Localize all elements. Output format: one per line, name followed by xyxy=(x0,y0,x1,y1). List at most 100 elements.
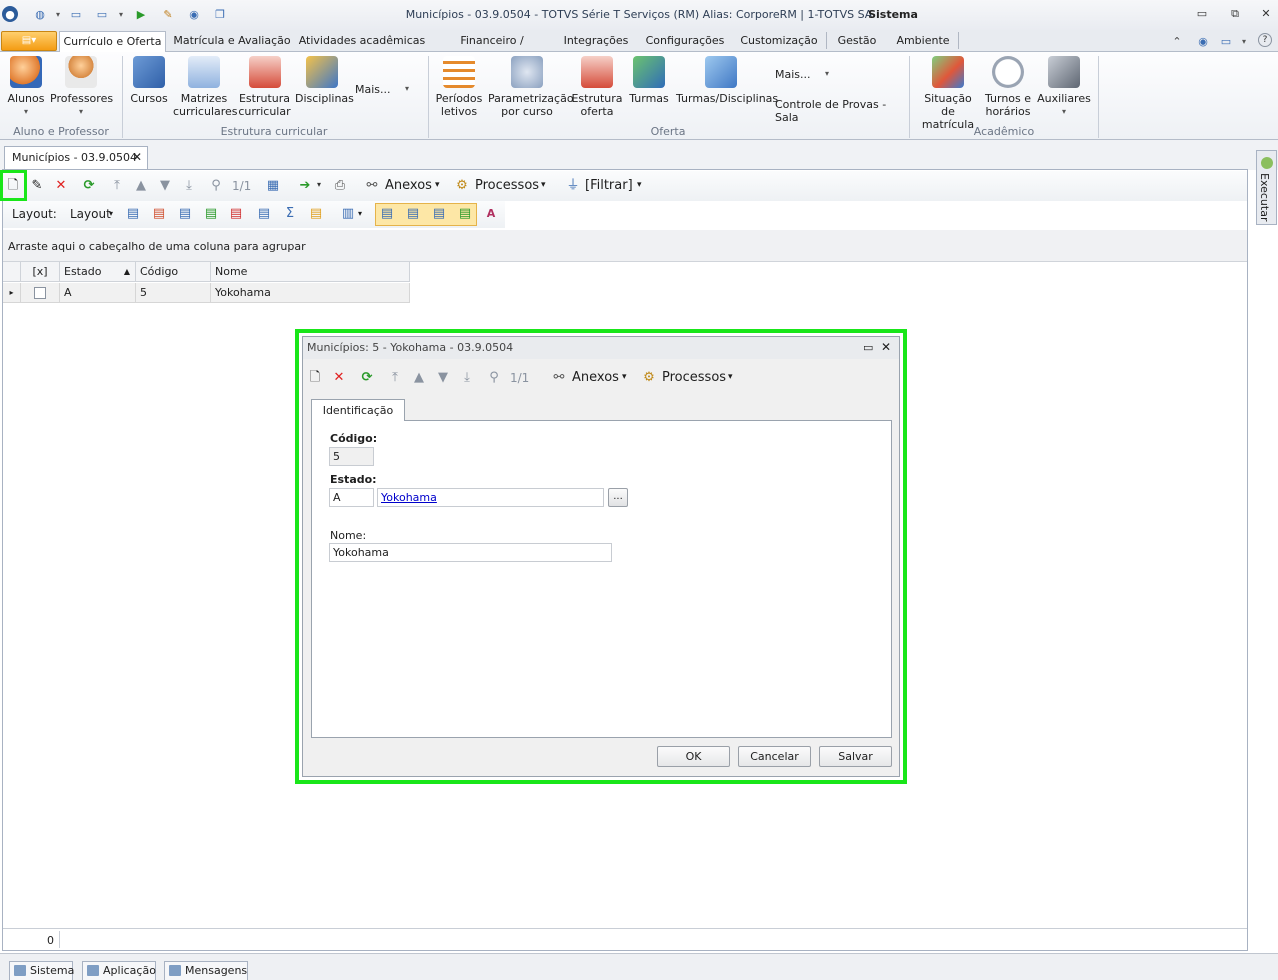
estado-code-field[interactable]: A xyxy=(329,488,374,507)
delete-icon[interactable]: ✕ xyxy=(331,370,347,386)
layout-import-icon[interactable]: ▤ xyxy=(203,206,219,222)
layout-menu-button[interactable]: Layout xyxy=(70,207,111,221)
layout-sum-icon[interactable]: Σ xyxy=(282,206,298,222)
tab-atividades-academicas[interactable]: Atividades acadêmicas xyxy=(298,31,426,52)
bottom-tab-aplicacao[interactable]: Aplicação xyxy=(82,961,156,980)
column-header-select[interactable]: [x] xyxy=(21,262,60,282)
first-record-icon[interactable]: ⤒ xyxy=(109,178,125,194)
row-checkbox[interactable] xyxy=(34,287,46,299)
view-detail-icon[interactable]: ▤ xyxy=(405,206,421,222)
first-record-icon[interactable]: ⤒ xyxy=(387,370,403,386)
ribbon-button-mais-estrutura[interactable]: Mais... xyxy=(355,83,395,96)
tab-curriculo-oferta[interactable]: Currículo e Oferta xyxy=(59,31,166,52)
print-icon[interactable]: ⎙ xyxy=(332,178,348,194)
chart-icon[interactable]: ▥ xyxy=(340,206,356,222)
chevron-down-icon[interactable]: ▾ xyxy=(728,372,733,382)
ribbon-button-situacao-matricula[interactable]: Situação de matrícula xyxy=(916,56,980,131)
ribbon-button-matrizes[interactable]: Matrizes curriculares xyxy=(173,56,238,118)
paperclip-icon[interactable]: ⚯ xyxy=(364,178,380,194)
ribbon-button-alunos[interactable]: Alunos ▾ xyxy=(4,56,48,118)
chevron-down-icon[interactable]: ▾ xyxy=(622,372,627,382)
help-icon[interactable]: ? xyxy=(1258,33,1272,47)
ribbon-button-cursos[interactable]: Cursos xyxy=(128,56,170,105)
maximize-icon[interactable]: ▭ xyxy=(863,341,873,354)
binoculars-icon[interactable]: ⚲ xyxy=(208,178,224,194)
file-menu-button[interactable]: ▤▾ xyxy=(1,31,57,51)
executar-side-panel[interactable]: Executar xyxy=(1256,150,1277,225)
collapse-ribbon-icon[interactable]: ⌃ xyxy=(1169,33,1185,49)
chevron-down-icon[interactable]: ▾ xyxy=(637,180,642,190)
tab-configuracoes[interactable]: Configurações xyxy=(644,31,726,52)
delete-icon[interactable]: ✕ xyxy=(53,178,69,194)
layout-columns-icon[interactable]: ▤ xyxy=(177,206,193,222)
document-tab-municipios[interactable]: Municípios - 03.9.0504 ✕ xyxy=(4,146,148,169)
table-row-select[interactable] xyxy=(21,283,60,303)
layout-save-icon[interactable]: ▤ xyxy=(125,206,141,222)
ribbon-button-estrutura-curricular[interactable]: Estrutura curricular xyxy=(237,56,292,118)
group-by-area[interactable]: Arraste aqui o cabeçalho de uma coluna p… xyxy=(3,230,1247,262)
filtrar-button[interactable]: [Filtrar] xyxy=(585,178,633,193)
ribbon-button-disciplinas[interactable]: Disciplinas xyxy=(295,56,354,105)
binoculars-icon[interactable]: ⚲ xyxy=(486,370,502,386)
processos-button[interactable]: Processos xyxy=(475,178,539,193)
layout-highlight-icon[interactable]: ▤ xyxy=(308,206,324,222)
layout-export-icon[interactable]: ▤ xyxy=(228,206,244,222)
gears-icon[interactable]: ⚙ xyxy=(454,178,470,194)
tab-ambiente[interactable]: Ambiente xyxy=(892,31,954,52)
ribbon-button-estrutura-oferta[interactable]: Estrutura oferta xyxy=(571,56,623,118)
last-record-icon[interactable]: ⤓ xyxy=(181,178,197,194)
ribbon-button-periodos[interactable]: Períodos letivos xyxy=(434,56,484,118)
lookup-button[interactable]: ... xyxy=(608,488,628,507)
column-header-nome[interactable]: Nome xyxy=(211,262,410,282)
close-icon[interactable]: ✕ xyxy=(132,147,142,168)
tab-gestao[interactable]: Gestão xyxy=(834,31,880,52)
grid-view-icon[interactable]: ▦ xyxy=(265,178,281,194)
cell-nome[interactable]: Yokohama xyxy=(211,283,410,303)
cancel-button[interactable]: Cancelar xyxy=(738,746,811,767)
view-table-icon[interactable]: ▤ xyxy=(431,206,447,222)
chevron-down-icon[interactable]: ▾ xyxy=(109,209,113,218)
ribbon-button-professores[interactable]: Professores ▾ xyxy=(50,56,113,118)
refresh-icon[interactable]: ⟳ xyxy=(81,178,97,194)
ribbon-button-turmas-disciplinas[interactable]: Turmas/Disciplinas xyxy=(676,56,778,105)
layout-delete-icon[interactable]: ▤ xyxy=(151,206,167,222)
column-header-estado[interactable]: Estado ▲ xyxy=(60,262,136,282)
previous-record-icon[interactable]: ▲ xyxy=(411,370,427,386)
close-window-button[interactable]: ✕ xyxy=(1257,7,1275,23)
column-header-codigo[interactable]: Código xyxy=(136,262,211,282)
next-record-icon[interactable]: ▼ xyxy=(157,178,173,194)
minimize-button[interactable]: ▭ xyxy=(1193,7,1211,23)
next-record-icon[interactable]: ▼ xyxy=(435,370,451,386)
processos-button[interactable]: Processos xyxy=(662,370,726,385)
view-list-icon[interactable]: ▤ xyxy=(379,206,395,222)
estado-name-link[interactable]: Yokohama xyxy=(377,488,604,507)
codigo-field[interactable]: 5 xyxy=(329,447,374,466)
ribbon-button-turmas[interactable]: Turmas xyxy=(626,56,672,105)
chevron-down-icon[interactable]: ▾ xyxy=(1236,33,1252,49)
chevron-down-icon[interactable]: ▾ xyxy=(358,209,362,218)
export-icon[interactable]: ➔ xyxy=(297,178,313,194)
chevron-down-icon[interactable]: ▾ xyxy=(435,180,440,190)
ok-button[interactable]: OK xyxy=(657,746,730,767)
paperclip-icon[interactable]: ⚯ xyxy=(551,370,567,386)
tab-identificacao[interactable]: Identificação xyxy=(311,399,405,421)
tab-matricula-avaliacao[interactable]: Matrícula e Avaliação xyxy=(170,31,294,52)
filter-icon[interactable]: ⏚ xyxy=(565,178,581,194)
cell-estado[interactable]: A xyxy=(60,283,136,303)
chevron-down-icon[interactable]: ▾ xyxy=(541,180,546,190)
chevron-down-icon[interactable]: ▾ xyxy=(405,84,409,93)
tab-integracoes[interactable]: Integrações xyxy=(560,31,632,52)
anexos-button[interactable]: Anexos xyxy=(572,370,619,385)
last-record-icon[interactable]: ⤓ xyxy=(459,370,475,386)
chevron-down-icon[interactable]: ▾ xyxy=(317,180,321,189)
font-icon[interactable]: A xyxy=(483,206,499,222)
nome-field[interactable]: Yokohama xyxy=(329,543,612,562)
tab-customizacao[interactable]: Customização xyxy=(738,31,820,52)
tab-financeiro-contabil[interactable]: Financeiro / Contábil xyxy=(436,31,548,67)
layout-group-icon[interactable]: ▤ xyxy=(256,206,272,222)
close-icon[interactable]: ✕ xyxy=(881,340,891,354)
internet-icon[interactable]: ◉ xyxy=(1195,33,1211,49)
cell-codigo[interactable]: 5 xyxy=(136,283,211,303)
ribbon-button-mais-oferta[interactable]: Mais... xyxy=(775,68,815,81)
bottom-tab-sistema[interactable]: Sistema xyxy=(9,961,74,980)
